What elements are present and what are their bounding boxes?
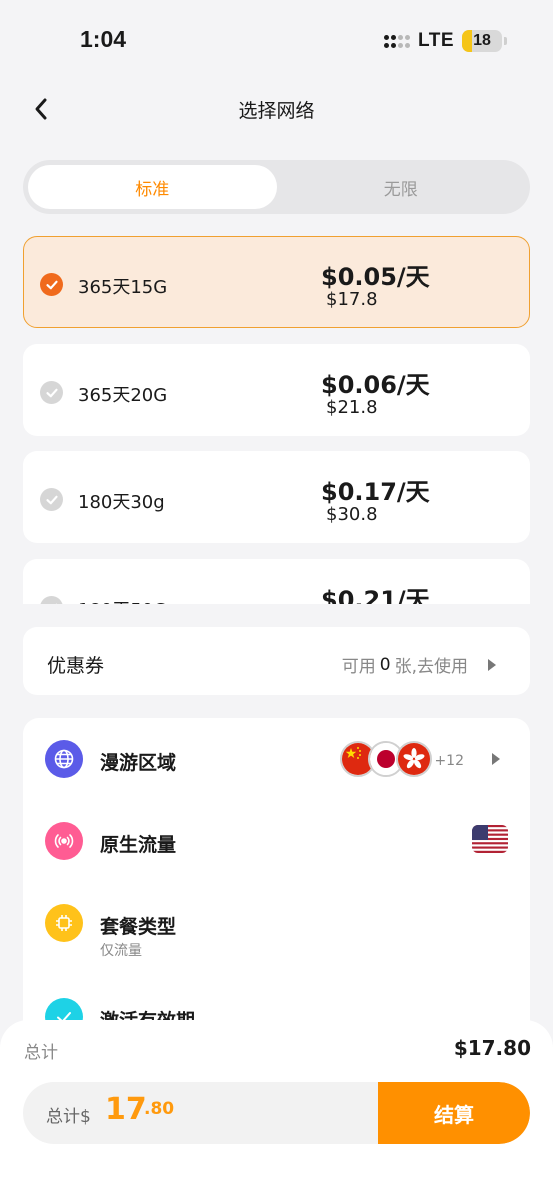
plan-name: 180天50G <box>78 596 167 604</box>
plan-type-tabs: 标准 无限 <box>23 160 530 214</box>
checkout-bar: 总计$ 17 .80 结算 <box>23 1082 530 1144</box>
total-value: $17.80 <box>453 1036 531 1060</box>
plan-price-per-day: $0.06/天 <box>321 371 430 399</box>
caret-right-icon <box>492 753 500 765</box>
nav-bar: 选择网络 <box>0 80 553 136</box>
amount-integer: 17 <box>105 1092 147 1127</box>
coupon-row[interactable]: 优惠券 可用 0 张,去使用 <box>23 627 530 695</box>
check-circle-icon <box>40 381 63 404</box>
plan-list[interactable]: 365天15G $0.05/天 $17.8 365天20G $0.06/天 $2… <box>23 236 530 604</box>
plan-option-180d-50g[interactable]: 180天50G $0.21/天 <box>23 559 530 604</box>
roaming-flags <box>340 741 432 777</box>
check-circle-icon <box>40 488 63 511</box>
plan-option-365d-20g[interactable]: 365天20G $0.06/天 $21.8 <box>23 344 530 436</box>
checkout-sheet: 总计 $17.80 总计$ 17 .80 结算 <box>0 1020 553 1200</box>
plan-name: 365天20G <box>78 385 168 406</box>
package-type-value: 仅流量 <box>100 943 142 959</box>
coupon-use-label: 张,去使用 <box>394 657 468 677</box>
check-circle-icon <box>40 596 63 604</box>
tab-standard[interactable]: 标准 <box>28 165 277 209</box>
coupon-label: 优惠券 <box>47 655 105 677</box>
package-type-label: 套餐类型 <box>100 916 177 938</box>
plan-total-price: $21.8 <box>326 397 378 418</box>
bar-total-label: 总计$ <box>46 1107 91 1127</box>
coupon-action[interactable]: 可用 0 张,去使用 <box>342 652 496 677</box>
plan-name: 365天15G <box>78 277 168 298</box>
plan-total-price: $17.8 <box>326 289 378 310</box>
plan-option-180d-30g[interactable]: 180天30g $0.17/天 $30.8 <box>23 451 530 543</box>
signal-icon <box>384 34 411 48</box>
roaming-region-row[interactable]: 漫游区域 +12 <box>23 730 530 790</box>
battery-level: 18 <box>473 32 491 49</box>
total-label: 总计 <box>24 1043 58 1063</box>
amount-decimal: .80 <box>144 1099 175 1119</box>
page-title: 选择网络 <box>238 100 315 122</box>
network-type: LTE <box>418 30 454 51</box>
status-time: 1:04 <box>80 26 127 52</box>
battery-icon: 18 <box>462 30 502 52</box>
plan-total-price: $30.8 <box>326 504 378 525</box>
native-data-row: 原生流量 <box>23 812 530 872</box>
battery-tip <box>504 37 507 45</box>
hk-flag-icon <box>396 741 432 777</box>
native-data-label: 原生流量 <box>100 834 177 856</box>
tab-unlimited[interactable]: 无限 <box>277 165 526 209</box>
us-flag-icon <box>472 825 508 853</box>
plan-price-per-day: $0.05/天 <box>321 263 430 291</box>
plan-price-per-day: $0.21/天 <box>321 586 430 604</box>
broadcast-icon <box>45 822 83 860</box>
plan-name: 180天30g <box>78 492 165 513</box>
status-bar: 1:04 LTE 18 <box>0 0 553 80</box>
checkout-button[interactable]: 结算 <box>378 1082 530 1144</box>
plan-info-card: 漫游区域 +12 原生流量 套餐类型 仅流量 <box>23 718 530 1038</box>
globe-icon <box>45 740 83 778</box>
coupon-count: 0 <box>379 654 391 675</box>
status-indicators: LTE 18 <box>384 30 507 52</box>
plan-option-365d-15g[interactable]: 365天15G $0.05/天 $17.8 <box>23 236 530 328</box>
check-circle-icon <box>40 273 63 296</box>
coupon-available-label: 可用 <box>341 657 376 677</box>
caret-right-icon <box>488 658 496 671</box>
chip-icon <box>45 904 83 942</box>
more-regions-count: +12 <box>434 753 464 769</box>
plan-price-per-day: $0.17/天 <box>321 478 430 506</box>
package-type-row: 套餐类型 仅流量 <box>23 894 530 959</box>
roaming-region-label: 漫游区域 <box>100 752 177 774</box>
